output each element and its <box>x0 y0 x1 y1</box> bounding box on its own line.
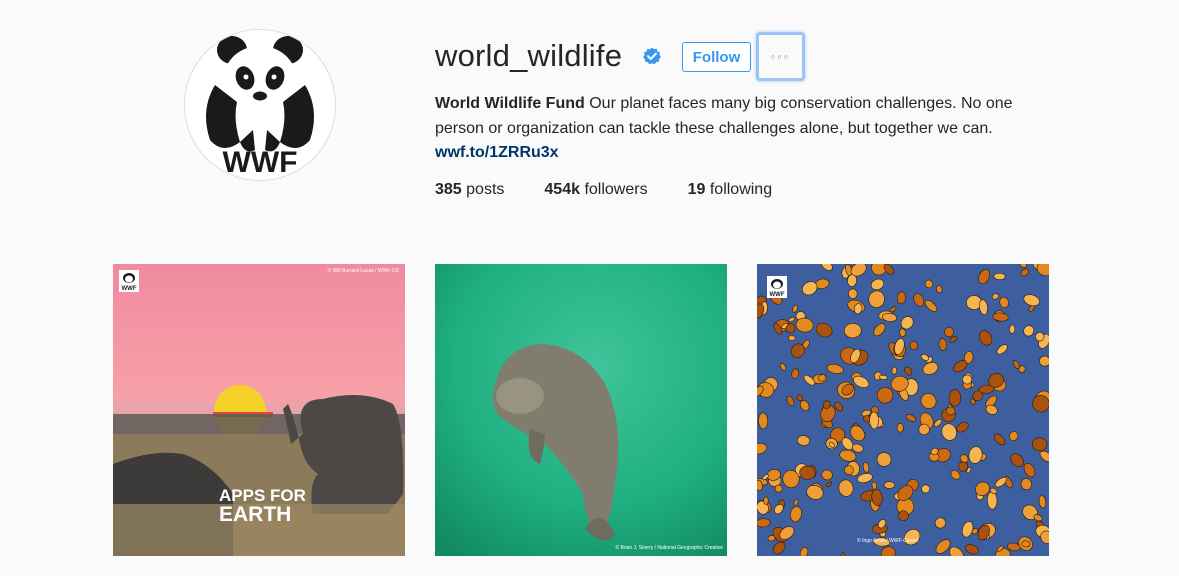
butterfly-shape <box>1039 355 1049 367</box>
wwf-panda-logo: WWF <box>185 30 335 180</box>
overlay-line2: EARTH <box>219 503 292 526</box>
profile-external-link[interactable]: wwf.to/1ZRRu3x <box>435 141 1055 166</box>
stat-posts-count: 385 <box>435 181 462 198</box>
stat-followers-count: 454k <box>544 181 580 198</box>
svg-text:WWF: WWF <box>770 292 785 298</box>
butterfly-shape <box>763 496 769 505</box>
stat-followers-label: followers <box>584 181 648 198</box>
butterfly-shape <box>1009 324 1016 334</box>
butterfly-shape <box>891 366 898 375</box>
butterfly-shape <box>787 335 796 342</box>
wwf-badge-icon: WWF <box>767 276 787 298</box>
butterfly-shape <box>896 422 904 433</box>
apps-for-earth-overlay: APPS FOR EARTH <box>219 486 306 526</box>
butterfly-shape <box>758 412 769 430</box>
profile-bio: World Wildlife Fund Our planet faces man… <box>435 92 1055 166</box>
butterflies-image: © Ingo Arndt / WWF-Canon <box>757 264 1049 556</box>
manatee-image: © Brian J. Skerry / National Geographic … <box>435 264 727 556</box>
stat-followers[interactable]: 454k followers <box>544 180 647 200</box>
butterfly-shape <box>899 328 906 337</box>
butterfly-shape <box>993 272 1006 281</box>
post-tile-manatee[interactable]: © Brian J. Skerry / National Geographic … <box>435 264 727 556</box>
post2-credit: © Brian J. Skerry / National Geographic … <box>615 544 723 551</box>
wwf-badge-icon: WWF <box>119 270 139 292</box>
verified-badge-icon <box>643 47 661 65</box>
profile-full-name: World Wildlife Fund <box>435 95 585 112</box>
profile-stats: 385 posts 454k followers 19 following <box>435 180 812 200</box>
more-options-button[interactable]: ◦◦◦ <box>756 32 805 81</box>
more-options-icon: ◦◦◦ <box>770 49 791 64</box>
butterfly-shape <box>909 340 918 351</box>
stat-following-label: following <box>709 181 773 198</box>
butterfly-shape <box>883 481 896 489</box>
post3-credit: © Ingo Arndt / WWF-Canon <box>857 537 918 544</box>
stat-posts-label: posts <box>466 181 505 198</box>
butterfly-shape <box>948 389 962 407</box>
svg-text:WWF: WWF <box>122 286 137 292</box>
profile-avatar[interactable]: WWF <box>184 29 336 181</box>
post-tile-butterflies[interactable]: © Ingo Arndt / WWF-Canon WWF <box>757 264 1049 556</box>
follow-button[interactable]: Follow <box>682 42 751 72</box>
avatar-wwf-text: WWF <box>223 146 298 179</box>
post-tile-elephants[interactable]: © Will Burrard-Lucas / WWF-US WWF APPS F… <box>113 264 405 556</box>
profile-username: world_wildlife <box>435 38 623 73</box>
stat-following-count: 19 <box>687 181 706 198</box>
butterfly-shape <box>869 411 879 430</box>
stat-posts: 385 posts <box>435 180 504 200</box>
stat-following[interactable]: 19 following <box>688 180 773 200</box>
post1-credit: © Will Burrard-Lucas / WWF-US <box>328 267 400 274</box>
